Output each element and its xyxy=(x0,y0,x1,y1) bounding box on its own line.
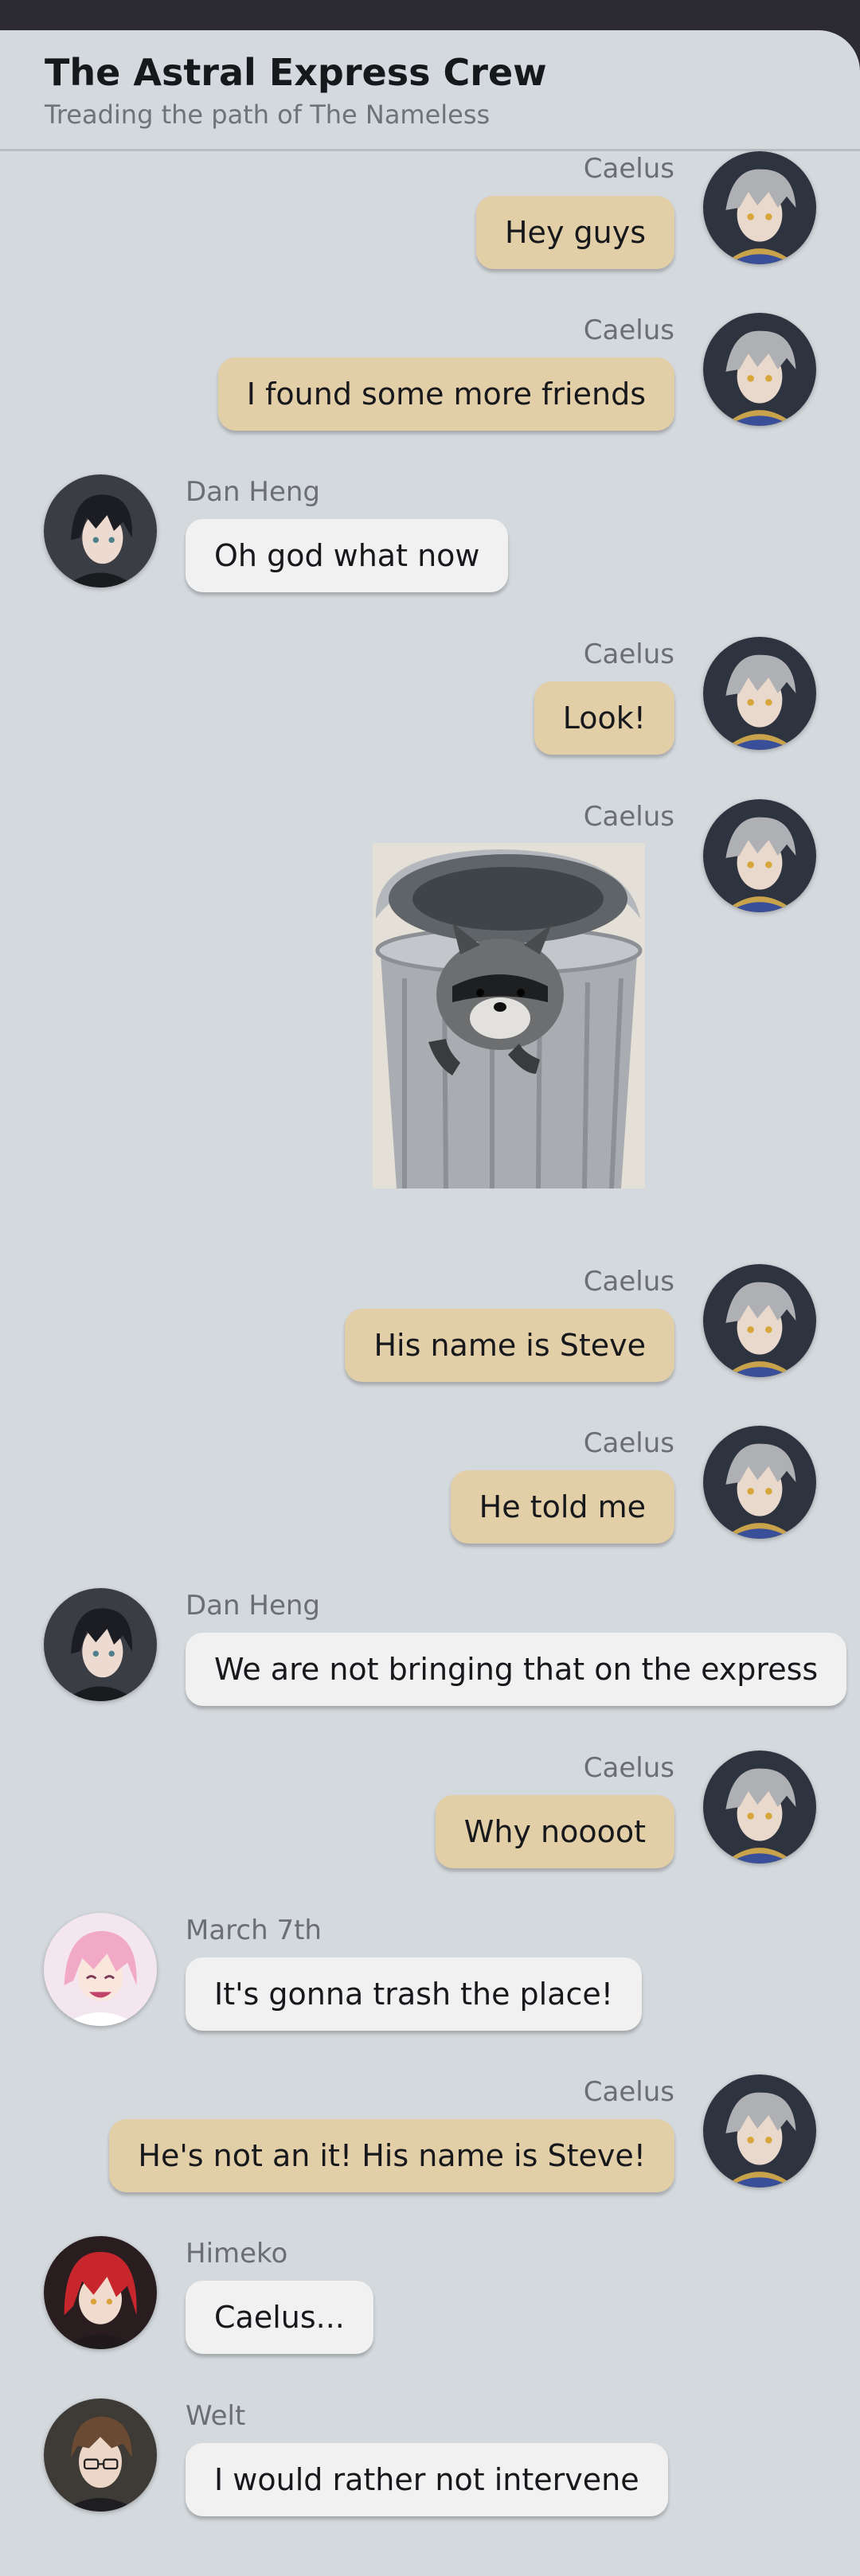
sender-name: Himeko xyxy=(186,2238,288,2270)
caelus-avatar[interactable] xyxy=(703,637,816,750)
caelus-avatar[interactable] xyxy=(703,151,816,264)
chat-panel: The Astral Express Crew Treading the pat… xyxy=(0,30,860,2576)
march-7th-avatar[interactable] xyxy=(44,1913,157,2026)
message-bubble[interactable]: Hey guys xyxy=(475,196,674,269)
caelus-avatar[interactable] xyxy=(703,1751,816,1864)
message-bubble[interactable]: I would rather not intervene xyxy=(186,2443,668,2516)
sender-name: March 7th xyxy=(186,1914,322,1946)
message-bubble[interactable]: I found some more friends xyxy=(217,357,674,431)
chat-subtitle: Treading the path of The Nameless xyxy=(45,100,491,131)
sender-name: Caelus xyxy=(583,1266,674,1298)
message-bubble[interactable]: He's not an it! His name is Steve! xyxy=(109,2119,674,2192)
sender-name: Caelus xyxy=(583,153,674,185)
caelus-avatar[interactable] xyxy=(703,799,816,912)
sender-name: Welt xyxy=(186,2400,246,2432)
caelus-avatar[interactable] xyxy=(703,313,816,426)
himeko-avatar[interactable] xyxy=(44,2236,157,2349)
chat-header: The Astral Express Crew Treading the pat… xyxy=(0,30,860,151)
raccoon-in-trash-can-photo[interactable] xyxy=(373,843,645,1188)
message-bubble[interactable]: He told me xyxy=(450,1470,674,1544)
message-bubble[interactable]: We are not bringing that on the express xyxy=(186,1633,847,1706)
sender-name: Caelus xyxy=(583,1427,674,1459)
message-bubble[interactable]: Oh god what now xyxy=(186,519,509,592)
dan-heng-avatar[interactable] xyxy=(44,1588,157,1701)
message-bubble[interactable]: His name is Steve xyxy=(345,1309,674,1382)
message-bubble[interactable]: Caelus... xyxy=(186,2281,373,2354)
sender-name: Caelus xyxy=(583,314,674,346)
sender-name: Caelus xyxy=(583,1752,674,1784)
welt-avatar[interactable] xyxy=(44,2398,157,2512)
sender-name: Dan Heng xyxy=(186,476,320,508)
chat-title: The Astral Express Crew xyxy=(45,51,547,94)
sender-name: Caelus xyxy=(583,638,674,670)
message-bubble[interactable]: It's gonna trash the place! xyxy=(186,1957,643,2031)
caelus-avatar[interactable] xyxy=(703,1264,816,1377)
dan-heng-avatar[interactable] xyxy=(44,474,157,587)
caelus-avatar[interactable] xyxy=(703,2074,816,2188)
caelus-avatar[interactable] xyxy=(703,1426,816,1539)
message-bubble[interactable]: Look! xyxy=(534,681,674,755)
sender-name: Caelus xyxy=(583,2076,674,2108)
message-bubble[interactable]: Why noooot xyxy=(435,1795,674,1868)
sender-name: Caelus xyxy=(583,801,674,833)
sender-name: Dan Heng xyxy=(186,1590,320,1622)
